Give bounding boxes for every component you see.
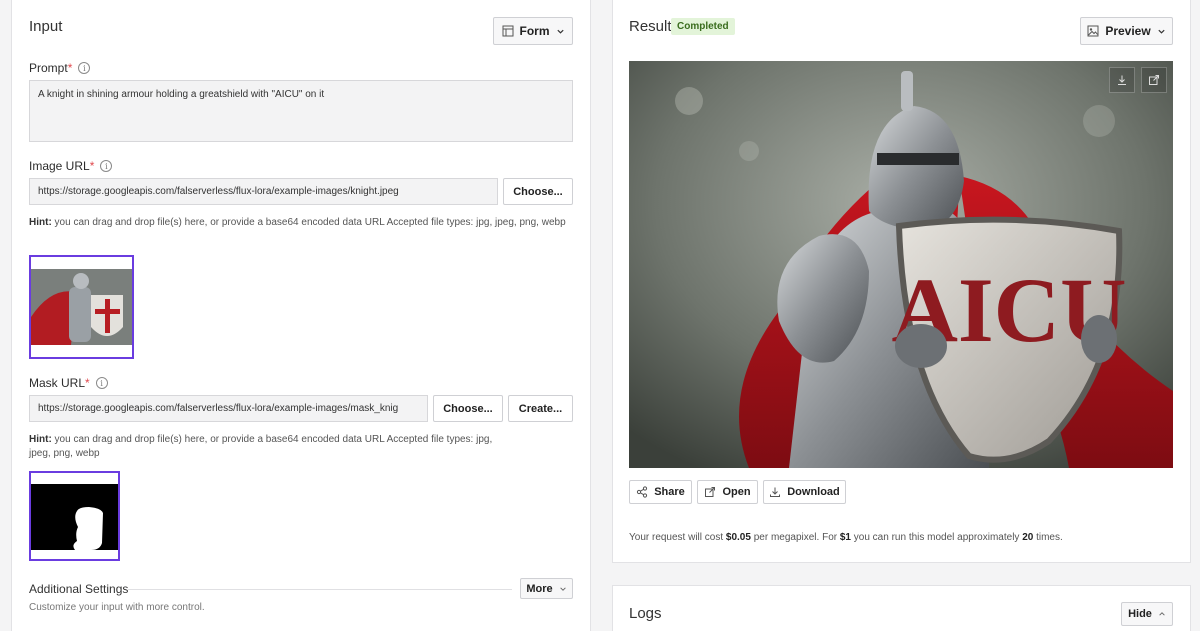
image-url-label-text: Image URL	[29, 159, 90, 173]
hint-bold: Hint:	[29, 217, 52, 228]
image-download-control[interactable]	[1109, 67, 1135, 93]
hide-logs-button[interactable]: Hide	[1121, 602, 1173, 626]
status-badge: Completed	[671, 18, 735, 35]
input-title: Input	[29, 18, 63, 35]
image-url-input[interactable]: https://storage.googleapis.com/falserver…	[29, 178, 498, 205]
info-icon[interactable]: i	[95, 377, 108, 389]
info-icon[interactable]: i	[100, 160, 113, 172]
image-open-control[interactable]	[1141, 67, 1167, 93]
hint-bold: Hint:	[29, 434, 52, 445]
chevron-down-icon	[556, 29, 564, 34]
more-button-label: More	[526, 582, 553, 595]
prompt-label: Prompt * i	[29, 61, 91, 75]
logs-panel	[612, 585, 1191, 631]
result-image[interactable]: AICU	[629, 61, 1173, 468]
hide-button-label: Hide	[1128, 608, 1152, 620]
chevron-up-icon	[1159, 612, 1165, 616]
mask-thumbnail[interactable]	[29, 471, 120, 561]
mask-url-label: Mask URL * i	[29, 376, 108, 390]
external-link-icon	[1149, 75, 1159, 85]
image-url-label: Image URL * i	[29, 159, 113, 173]
cost-text: times.	[1033, 532, 1063, 543]
more-settings-button[interactable]: More	[520, 578, 573, 599]
result-title: Result	[629, 18, 672, 35]
image-hint: Hint: you can drag and drop file(s) here…	[29, 216, 569, 230]
mask-create-button[interactable]: Create...	[508, 395, 573, 422]
cost-price: $0.05	[725, 532, 751, 543]
form-button-label: Form	[519, 24, 550, 38]
chevron-down-icon	[1158, 29, 1165, 34]
hint-text: you can drag and drop file(s) here, or p…	[29, 434, 493, 459]
hint-text: you can drag and drop file(s) here, or p…	[51, 217, 566, 228]
open-button[interactable]: Open	[697, 480, 758, 504]
required-mark: *	[89, 159, 95, 173]
mask-url-input[interactable]: https://storage.googleapis.com/falserver…	[29, 395, 428, 422]
app-page: Input Form Prompt * i A knight in shinin…	[0, 0, 1200, 631]
download-icon	[770, 487, 781, 497]
required-mark: *	[85, 376, 90, 390]
cost-budget: $1	[839, 532, 851, 543]
required-mark: *	[67, 61, 73, 75]
form-view-button[interactable]: Form	[493, 17, 573, 45]
download-button[interactable]: Download	[763, 480, 846, 504]
share-icon	[637, 486, 648, 498]
mask-thumbnail-image	[31, 473, 118, 559]
download-label: Download	[787, 486, 840, 498]
share-label: Share	[654, 486, 685, 498]
download-icon	[1118, 75, 1126, 85]
image-icon	[1087, 25, 1099, 37]
info-icon[interactable]: i	[78, 62, 91, 74]
additional-settings-subtitle: Customize your input with more control.	[29, 602, 205, 613]
additional-settings-title: Additional Settings	[29, 582, 129, 596]
share-button[interactable]: Share	[629, 480, 692, 504]
logs-title: Logs	[629, 605, 662, 622]
mask-hint: Hint: you can drag and drop file(s) here…	[29, 433, 499, 461]
image-thumbnail[interactable]	[29, 255, 134, 359]
cost-count: 20	[1022, 532, 1034, 543]
form-icon	[502, 25, 513, 37]
cost-text: Your request will cost	[629, 532, 726, 543]
image-choose-button[interactable]: Choose...	[503, 178, 573, 205]
cost-info: Your request will cost $0.05 per megapix…	[629, 532, 1063, 543]
chevron-down-icon	[559, 586, 566, 591]
cost-text: you can run this model approximately	[851, 532, 1023, 543]
divider	[128, 589, 512, 590]
external-link-icon	[705, 487, 716, 497]
mask-choose-button[interactable]: Choose...	[433, 395, 503, 422]
cost-text: per megapixel. For	[750, 532, 840, 543]
knight-result-image: AICU	[629, 61, 1173, 468]
mask-url-label-text: Mask URL	[29, 376, 86, 390]
prompt-input[interactable]: A knight in shining armour holding a gre…	[29, 80, 573, 142]
open-label: Open	[722, 486, 751, 498]
prompt-label-text: Prompt	[29, 61, 68, 75]
preview-button-label: Preview	[1105, 24, 1151, 38]
preview-button[interactable]: Preview	[1080, 17, 1173, 45]
knight-thumbnail-image	[31, 257, 132, 357]
